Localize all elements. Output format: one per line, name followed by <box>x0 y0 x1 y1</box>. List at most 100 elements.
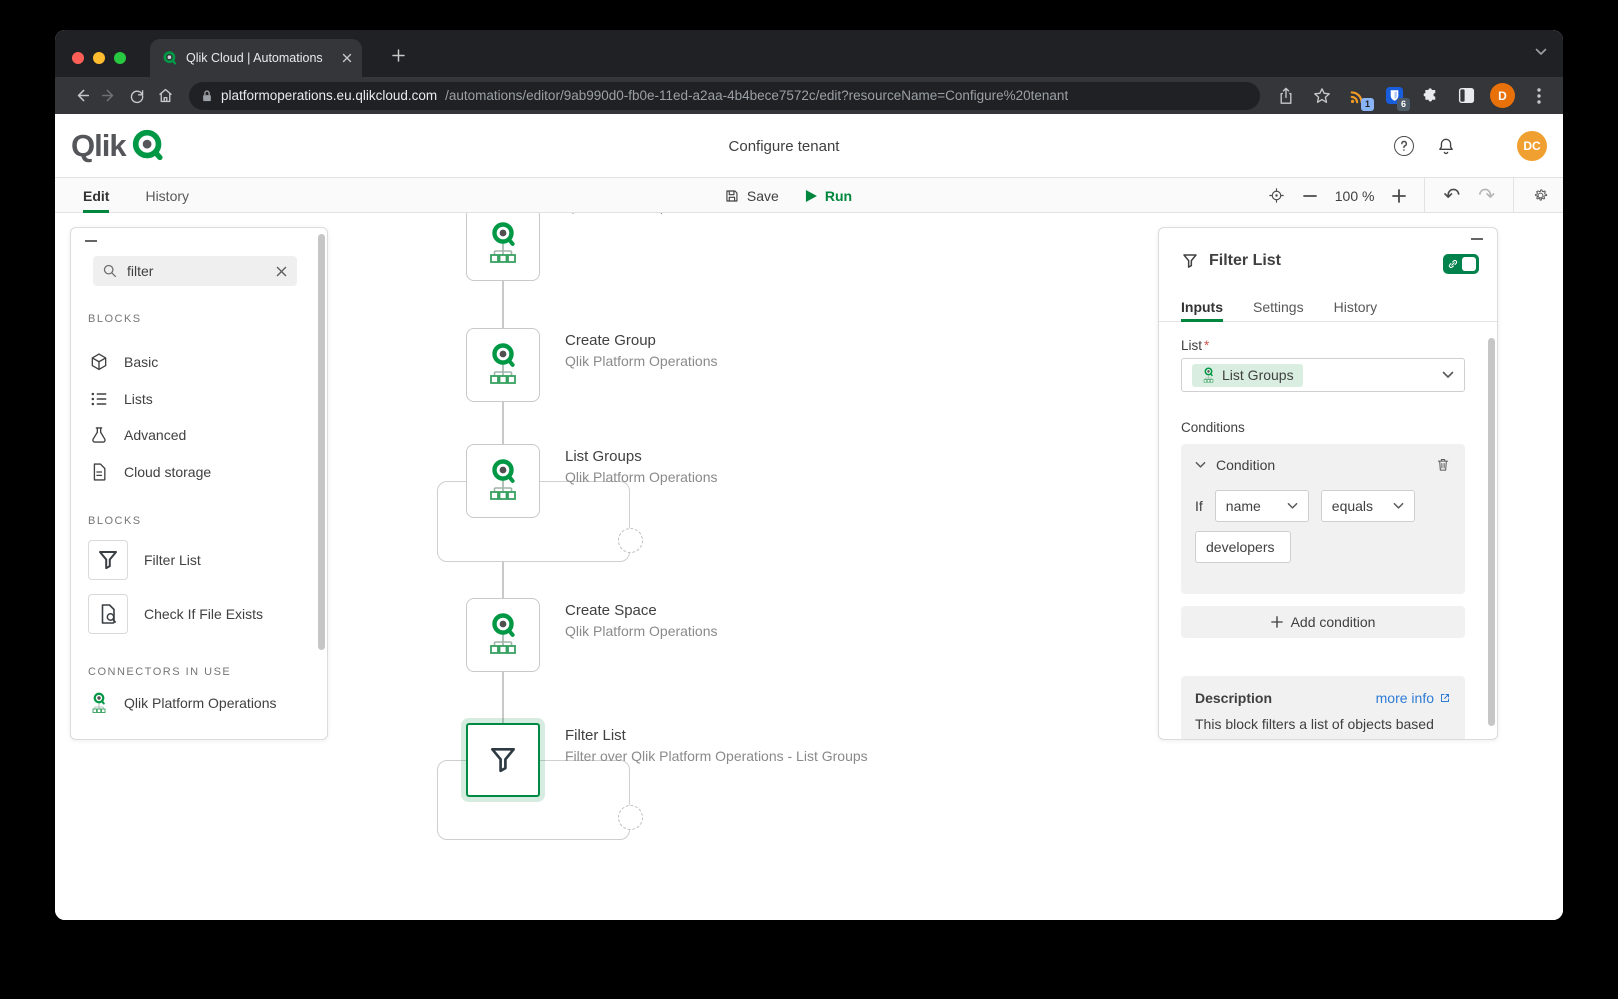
funnel-icon <box>487 744 519 776</box>
list-select-value: List Groups <box>1192 364 1303 387</box>
reload-button[interactable] <box>123 82 151 110</box>
section-header-connectors: CONNECTORS IN USE <box>88 666 231 678</box>
qlik-logo[interactable]: Qlik <box>71 127 168 165</box>
run-button[interactable]: Run <box>805 188 852 204</box>
list-select[interactable]: List Groups <box>1181 358 1465 392</box>
condition-operator-select[interactable]: equals <box>1321 490 1415 522</box>
tab-history[interactable]: History <box>145 178 189 213</box>
sidebar-scrollbar[interactable] <box>318 234 325 650</box>
tab-edit[interactable]: Edit <box>83 178 109 213</box>
save-label: Save <box>747 188 779 204</box>
block-label: Filter List Filter over Qlik Platform Op… <box>565 725 905 767</box>
qlik-logo-text: Qlik <box>71 128 126 164</box>
tab-close-icon[interactable] <box>342 53 352 63</box>
sidebar-block-filter-list[interactable]: Filter List <box>88 540 201 580</box>
zoom-out-button[interactable] <box>1303 189 1317 203</box>
notifications-bell-icon[interactable] <box>1436 136 1456 156</box>
window-close-button[interactable] <box>72 52 84 64</box>
collapse-panel-icon[interactable] <box>1471 238 1483 240</box>
user-avatar[interactable]: DC <box>1517 131 1547 161</box>
qlik-logo-q-icon <box>130 127 168 165</box>
add-condition-button[interactable]: Add condition <box>1181 606 1465 638</box>
app-header: Qlik Configure tenant DC <box>55 114 1563 178</box>
back-button[interactable] <box>67 82 95 110</box>
plus-icon <box>1271 616 1283 628</box>
undo-button[interactable]: ↶ <box>1443 186 1460 206</box>
toolbar-right-actions: 100 % ↶ ↷ <box>1268 178 1549 213</box>
zoom-in-button[interactable] <box>1392 189 1406 203</box>
browser-url-bar: platformoperations.eu.qlikcloud.com/auto… <box>55 77 1563 114</box>
settings-gear-icon[interactable] <box>1532 187 1549 204</box>
condition-value-select[interactable]: developers <box>1195 531 1291 563</box>
home-button[interactable] <box>151 82 179 110</box>
more-info-link[interactable]: more info <box>1376 690 1451 706</box>
browser-menu-kebab-icon[interactable] <box>1527 84 1551 108</box>
sidebar-block-label: Check If File Exists <box>144 606 263 622</box>
block-node[interactable] <box>466 213 540 281</box>
forward-button[interactable] <box>95 82 123 110</box>
tab-inputs[interactable]: Inputs <box>1181 292 1223 322</box>
help-icon[interactable] <box>1394 136 1414 156</box>
block-node-list-groups[interactable] <box>466 444 540 518</box>
search-icon <box>103 264 117 278</box>
loop-drop-target[interactable] <box>618 805 643 830</box>
add-condition-label: Add condition <box>1291 614 1376 630</box>
sidebar-item-advanced[interactable]: Advanced <box>88 418 186 452</box>
block-node-create-space[interactable] <box>466 598 540 672</box>
collapse-sidebar-icon[interactable] <box>85 240 97 242</box>
sidebar-item-cloud-storage[interactable]: Cloud storage <box>88 455 211 489</box>
qlik-connector-icon <box>1201 367 1216 384</box>
delete-condition-icon[interactable] <box>1435 456 1451 473</box>
sidebar-item-label: Basic <box>124 354 158 370</box>
loop-drop-target[interactable] <box>618 528 643 553</box>
fit-to-screen-icon[interactable] <box>1268 187 1285 204</box>
save-button[interactable]: Save <box>724 188 779 204</box>
redo-button[interactable]: ↷ <box>1478 186 1495 206</box>
block-search[interactable] <box>93 256 297 286</box>
sidebar-item-basic[interactable]: Basic <box>88 345 158 379</box>
block-subtitle: Qlik Platform Operations <box>565 351 905 372</box>
sidebar-connector-qlik-platform-operations[interactable]: Qlik Platform Operations <box>88 686 277 720</box>
rss-extension-icon[interactable]: 1 <box>1346 84 1370 108</box>
browser-profile-avatar[interactable]: D <box>1490 83 1515 108</box>
tab-search-chevron-icon[interactable] <box>1535 48 1547 56</box>
side-panel-icon[interactable] <box>1454 84 1478 108</box>
search-input[interactable] <box>125 262 268 280</box>
sidebar-block-check-if-file-exists[interactable]: Check If File Exists <box>88 594 263 634</box>
password-manager-extension-icon[interactable]: 6 <box>1382 84 1406 108</box>
clear-search-icon[interactable] <box>276 266 287 277</box>
qlik-favicon-icon <box>162 50 178 66</box>
sidebar-block-label: Filter List <box>144 552 201 568</box>
block-enabled-toggle[interactable] <box>1443 254 1479 274</box>
bookmark-star-icon[interactable] <box>1310 84 1334 108</box>
funnel-icon <box>88 540 128 580</box>
condition-header[interactable]: Condition <box>1195 457 1275 473</box>
new-tab-button[interactable] <box>387 44 409 66</box>
inspector-title: Filter List <box>1209 252 1281 270</box>
funnel-icon <box>1181 252 1199 270</box>
inspector-scrollbar[interactable] <box>1488 338 1495 726</box>
address-bar[interactable]: platformoperations.eu.qlikcloud.com/auto… <box>189 82 1260 110</box>
share-icon[interactable] <box>1274 84 1298 108</box>
block-node-create-group[interactable] <box>466 328 540 402</box>
run-label: Run <box>825 188 852 204</box>
tab-history[interactable]: History <box>1334 292 1378 322</box>
block-node-filter-list[interactable] <box>466 723 540 797</box>
browser-actions: 1 6 D <box>1270 83 1551 108</box>
window-minimize-button[interactable] <box>93 52 105 64</box>
condition-field-select[interactable]: name <box>1215 490 1309 522</box>
app-launcher-grid-icon[interactable] <box>1478 138 1495 155</box>
sidebar-item-lists[interactable]: Lists <box>88 382 153 416</box>
window-zoom-button[interactable] <box>114 52 126 64</box>
browser-tab-strip: Qlik Cloud | Automations <box>55 30 1563 77</box>
flow-connector-line <box>502 402 504 444</box>
qlik-connector-icon <box>483 342 523 388</box>
editor-tabs: Edit History <box>83 178 189 213</box>
block-subtitle: Filter over Qlik Platform Operations - L… <box>565 746 905 767</box>
password-manager-badge: 6 <box>1397 98 1410 111</box>
browser-tab[interactable]: Qlik Cloud | Automations <box>150 39 362 77</box>
tab-settings[interactable]: Settings <box>1253 292 1304 322</box>
extensions-puzzle-icon[interactable] <box>1418 84 1442 108</box>
condition-if-row: If name equals <box>1195 490 1415 522</box>
document-icon <box>88 462 110 482</box>
